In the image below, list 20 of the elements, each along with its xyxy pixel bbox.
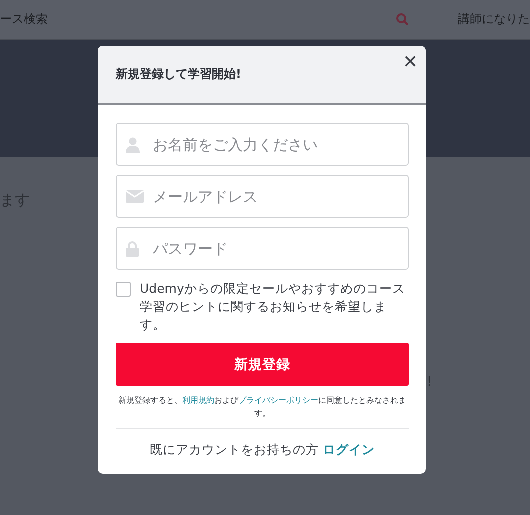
nav-link[interactable]: 講師になりた [458, 11, 530, 28]
dialog-title: 新規登録して学習開始! [116, 66, 242, 83]
login-prompt: 既にアカウントをお持ちの方 [150, 442, 319, 459]
user-icon [126, 136, 140, 152]
checkbox-label: Udemyからの限定セールやおすすめのコース学習のヒントに関するお知らせを希望します。 [140, 280, 406, 334]
checkbox[interactable] [116, 282, 131, 297]
login-link[interactable]: ログイン [323, 442, 375, 459]
search-icon[interactable] [396, 13, 409, 26]
terms-link[interactable]: 利用規約 [182, 396, 214, 405]
search-field[interactable]: ース検索 [0, 11, 378, 28]
body-text: ! [427, 375, 432, 390]
privacy-link[interactable]: プライバシーポリシー [238, 396, 318, 405]
lock-icon [126, 240, 139, 256]
input-field[interactable]: メールアドレス [116, 175, 409, 218]
close-button[interactable]: ✕ [403, 51, 418, 73]
signup-button[interactable]: 新規登録 [116, 343, 409, 386]
input-field[interactable]: お名前をご入力ください [116, 123, 409, 166]
envelope-icon [126, 190, 144, 203]
terms-text: 新規登録すると、利用規約およびプライバシーポリシーに同意したとみなされます。 [118, 395, 408, 420]
input-field[interactable]: パスワード [116, 227, 409, 270]
